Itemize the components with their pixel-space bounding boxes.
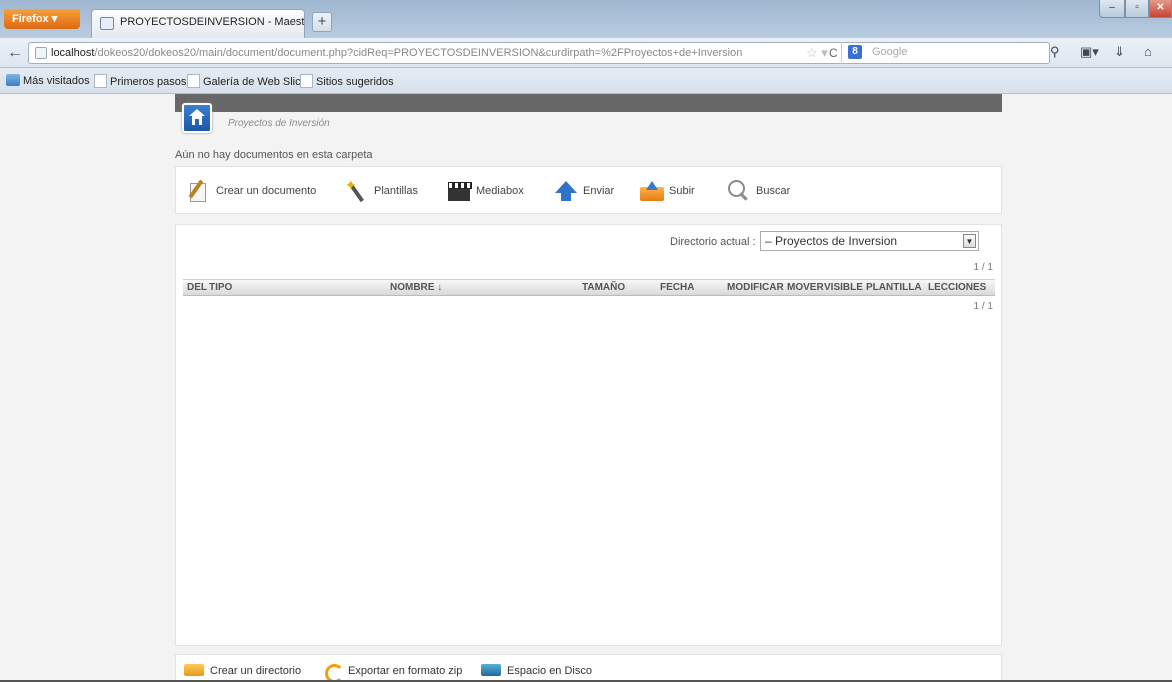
bookmark-web-slice[interactable]: Galería de Web Slice	[187, 74, 307, 88]
bookmark-label: Primeros pasos	[110, 76, 187, 88]
maximize-icon[interactable]: ▫	[1125, 0, 1149, 18]
browser-tab[interactable]: PROYECTOSDEINVERSION - Maestria en ...	[91, 9, 305, 38]
page-icon	[300, 74, 313, 88]
navigation-bar: ← localhost/dokeos20/dokeos20/main/docum…	[0, 38, 1172, 68]
column-del[interactable]: DEL	[187, 282, 207, 293]
bookmark-label: Galería de Web Slice	[203, 76, 307, 88]
home-icon[interactable]: ⌂	[1144, 44, 1152, 59]
search-icon	[726, 179, 752, 203]
zip-export-icon	[322, 664, 344, 682]
search-button[interactable]: Buscar	[726, 179, 790, 203]
disk-space-label: Espacio en Disco	[507, 665, 592, 677]
firefox-menu-button[interactable]: Firefox ▾	[4, 9, 80, 29]
download-icon[interactable]: ⇓	[1114, 44, 1125, 60]
bookmark-label: Sitios sugeridos	[316, 76, 394, 88]
magic-wand-icon	[344, 177, 370, 203]
create-directory-link[interactable]: Crear un directorio	[184, 664, 301, 677]
browser-titlebar: Firefox ▾ PROYECTOSDEINVERSION - Maestri…	[0, 0, 1172, 38]
search-engine-name: Google	[872, 46, 908, 58]
page-icon	[94, 74, 107, 88]
firefox-menu-label: Firefox	[12, 13, 49, 25]
create-document-icon	[186, 179, 212, 203]
mediabox-label: Mediabox	[476, 185, 524, 197]
create-document-button[interactable]: Crear un documento	[186, 179, 316, 203]
disk-space-link[interactable]: Espacio en Disco	[481, 664, 592, 677]
current-directory-label: Directorio actual :	[670, 236, 756, 248]
send-label: Enviar	[583, 185, 615, 197]
disk-icon	[481, 664, 501, 676]
upload-label: Subir	[669, 185, 695, 197]
column-tamano[interactable]: TAMAÑO	[582, 282, 625, 293]
chevron-down-icon[interactable]: ▼	[963, 234, 976, 248]
clapperboard-icon	[446, 179, 472, 203]
tab-title: PROYECTOSDEINVERSION - Maestria en ...	[120, 16, 305, 28]
bookmark-label: Más visitados	[23, 75, 90, 87]
send-button[interactable]: Enviar	[553, 179, 614, 203]
column-plantilla: PLANTILLA	[866, 282, 922, 293]
table-header: DEL TIPO NOMBRE ↓ TAMAÑO FECHA MODIFICAR…	[183, 279, 995, 296]
toolbar-addon-icon[interactable]: ▣▾	[1080, 44, 1099, 60]
course-top-bar	[175, 94, 1002, 112]
create-document-label: Crear un documento	[216, 185, 317, 197]
pager-bottom: 1 / 1	[973, 301, 993, 312]
column-modificar: MODIFICAR	[727, 282, 784, 293]
current-directory-select[interactable]: – Proyectos de Inversion ▼	[760, 231, 979, 251]
google-icon: 8	[848, 45, 862, 59]
pager-top: 1 / 1	[973, 262, 993, 273]
breadcrumb[interactable]: Proyectos de Inversión	[228, 118, 330, 129]
column-nombre[interactable]: NOMBRE ↓	[390, 282, 442, 293]
templates-label: Plantillas	[374, 185, 419, 197]
url-host: localhost	[51, 47, 95, 59]
back-arrow-icon[interactable]: ←	[4, 42, 26, 64]
column-lecciones: LECCIONES	[928, 282, 987, 293]
page-favicon-icon	[100, 17, 114, 30]
minimize-icon[interactable]: –	[1099, 0, 1125, 18]
url-text: localhost/dokeos20/dokeos20/main/documen…	[51, 47, 742, 59]
export-zip-link[interactable]: Exportar en formato zip	[322, 664, 463, 682]
column-tipo[interactable]: TIPO	[209, 282, 232, 293]
bookmarks-toolbar: Más visitados Primeros pasos Galería de …	[0, 68, 1172, 94]
column-mover: MOVER	[787, 282, 824, 293]
course-home-icon[interactable]	[182, 103, 212, 133]
current-directory-value: – Proyectos de Inversion	[765, 234, 898, 248]
column-visible: VISIBLE	[824, 282, 863, 293]
document-list-panel: Directorio actual : – Proyectos de Inver…	[175, 224, 1002, 646]
upload-icon	[639, 179, 665, 203]
page-content: Proyectos de Inversión Aún no hay docume…	[0, 94, 1172, 682]
new-tab-button[interactable]: +	[312, 12, 332, 32]
mediabox-button[interactable]: Mediabox	[446, 179, 524, 203]
bookmark-star-icon[interactable]: ☆ ▾	[806, 45, 828, 61]
url-bar[interactable]: localhost/dokeos20/dokeos20/main/documen…	[28, 42, 1050, 64]
folder-icon	[184, 664, 204, 676]
search-engine-box[interactable]: 8 Google	[841, 42, 1067, 64]
templates-button[interactable]: Plantillas	[344, 177, 419, 203]
most-visited-icon	[6, 74, 20, 86]
close-icon[interactable]: ✕	[1149, 0, 1172, 18]
empty-folder-message: Aún no hay documentos en esta carpeta	[175, 149, 373, 161]
search-magnifier-icon[interactable]: ⚲	[1050, 44, 1060, 60]
reload-icon[interactable]: C	[829, 46, 838, 60]
bookmark-suggested[interactable]: Sitios sugeridos	[300, 74, 394, 88]
page-icon	[187, 74, 200, 88]
bottom-actions-bar: Crear un directorio Exportar en formato …	[175, 654, 1002, 682]
upload-button[interactable]: Subir	[639, 179, 695, 203]
url-path: /dokeos20/dokeos20/main/document/documen…	[94, 47, 743, 59]
site-identity-icon[interactable]	[35, 47, 47, 59]
search-label: Buscar	[756, 185, 791, 197]
bookmark-most-visited[interactable]: Más visitados	[6, 74, 90, 87]
column-fecha[interactable]: FECHA	[660, 282, 694, 293]
export-zip-label: Exportar en formato zip	[348, 665, 463, 677]
create-directory-label: Crear un directorio	[210, 665, 302, 677]
up-arrow-icon	[553, 179, 579, 203]
bookmark-first-steps[interactable]: Primeros pasos	[94, 74, 186, 88]
document-toolbar: Crear un documento Plantillas Mediabox E…	[175, 166, 1002, 214]
